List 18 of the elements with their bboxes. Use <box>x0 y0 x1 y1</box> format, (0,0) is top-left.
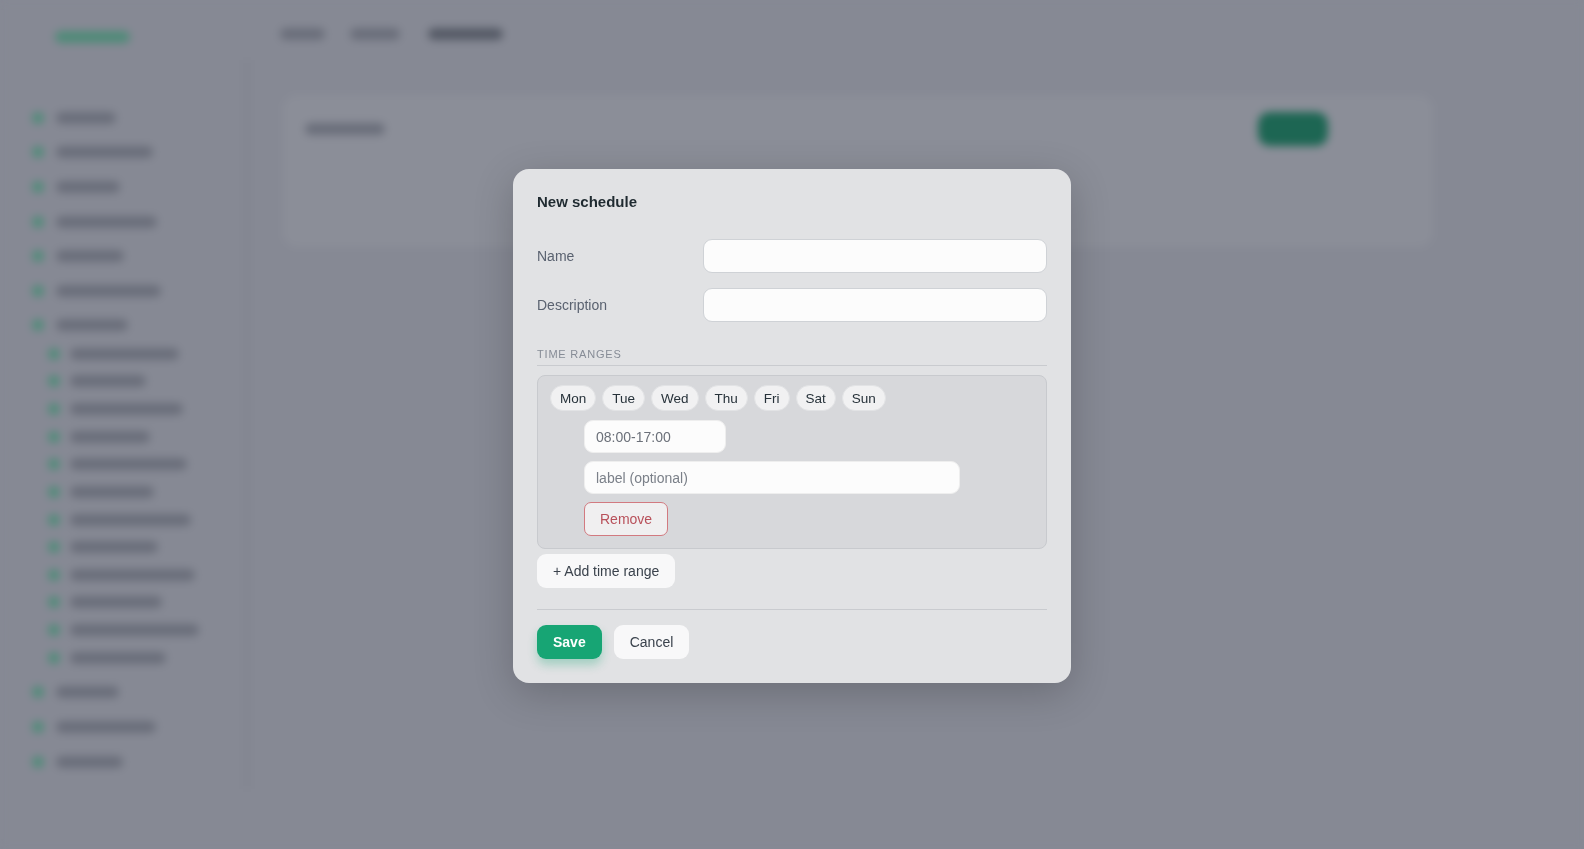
field-label: Name <box>537 248 576 264</box>
field-label: Description <box>537 297 609 313</box>
input-field[interactable] <box>703 239 1047 273</box>
day-toggle[interactable]: Wed <box>651 385 699 411</box>
day-toggle[interactable]: Mon <box>550 385 597 411</box>
cancel-button[interactable]: Cancel <box>613 625 690 659</box>
add-time-range-button[interactable]: + Add time range <box>537 554 676 588</box>
input-field[interactable] <box>703 288 1047 322</box>
day-toggle[interactable]: Fri <box>753 385 790 411</box>
day-toggle[interactable]: Sun <box>841 385 886 411</box>
section-title: TIME RANGES <box>537 348 1047 366</box>
day-toggle[interactable]: Sat <box>795 385 836 411</box>
day-toggle[interactable]: Thu <box>704 385 748 411</box>
dialog-title: New schedule <box>537 193 639 210</box>
remove-button[interactable]: Remove <box>584 502 669 536</box>
label-field[interactable]: label (optional) <box>584 461 960 494</box>
day-toggle[interactable]: Tue <box>602 385 646 411</box>
time-field[interactable]: 08:00-17:00 <box>584 420 726 453</box>
